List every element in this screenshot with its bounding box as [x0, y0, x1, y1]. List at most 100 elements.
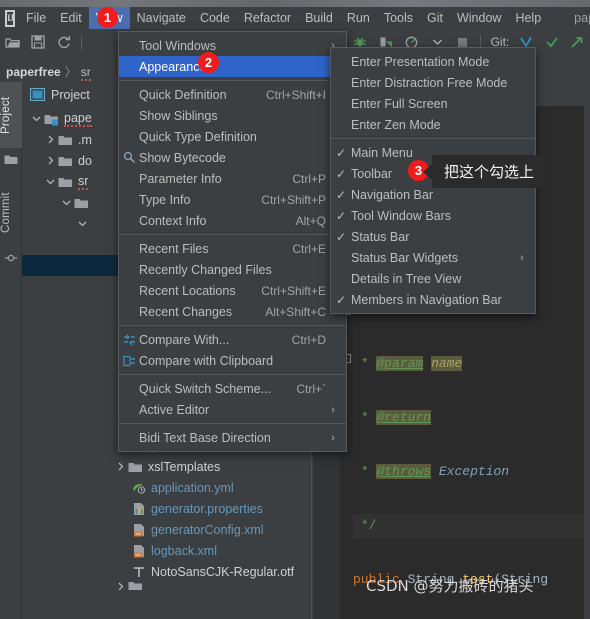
menu-item-recently-changed-files[interactable]: Recently Changed Files [119, 259, 346, 280]
menu-separator [119, 325, 346, 326]
menu-item-quick-definition[interactable]: Quick Definition Ctrl+Shift+I [119, 84, 346, 105]
menu-git[interactable]: Git [420, 7, 450, 29]
tree-label: application.yml [151, 480, 234, 495]
breadcrumb-root[interactable]: paperfree [6, 65, 61, 79]
menu-item-details-in-tree-view[interactable]: Details in Tree View [331, 268, 535, 289]
menu-separator [119, 423, 346, 424]
chevron-right-icon[interactable] [44, 133, 57, 146]
menu-item-bidi-text-base-direction[interactable]: Bidi Text Base Direction › [119, 427, 346, 448]
menu-build[interactable]: Build [298, 7, 340, 29]
menu-item-type-info[interactable]: Type Info Ctrl+Shift+P [119, 189, 346, 210]
checkmark-icon: ✓ [335, 145, 347, 160]
chevron-right-icon[interactable] [114, 582, 127, 590]
git-commit-icon[interactable] [539, 30, 565, 54]
menu-refactor[interactable]: Refactor [237, 7, 298, 29]
tree-row-notosanscjk-otf[interactable]: NotoSansCJK-Regular.otf [22, 561, 312, 582]
folder-icon [58, 155, 73, 167]
tree-label: pape [64, 110, 92, 127]
folder-icon [58, 134, 73, 146]
menu-item-label: Recently Changed Files [139, 262, 272, 277]
menu-item-recent-locations[interactable]: Recent Locations Ctrl+Shift+E [119, 280, 346, 301]
menu-item-tool-windows[interactable]: Tool Windows › [119, 35, 346, 56]
menu-tools[interactable]: Tools [377, 7, 420, 29]
tree-row-generatorconfig-xml[interactable]: <> generatorConfig.xml [22, 519, 312, 540]
menu-item-context-info[interactable]: Context Info Alt+Q [119, 210, 346, 231]
menu-item-status-bar-widgets[interactable]: Status Bar Widgets › [331, 247, 535, 268]
menu-item-active-editor[interactable]: Active Editor › [119, 399, 346, 420]
tree-row-generator-properties[interactable]: generator.properties [22, 498, 312, 519]
breadcrumb-second[interactable]: sr [80, 65, 91, 81]
menu-item-enter-full-screen[interactable]: Enter Full Screen [331, 93, 535, 114]
menu-item-show-bytecode[interactable]: Show Bytecode [119, 147, 346, 168]
menu-item-shortcut: Alt+Shift+C [265, 304, 326, 319]
menu-item-enter-presentation-mode[interactable]: Enter Presentation Mode [331, 51, 535, 72]
menu-edit[interactable]: Edit [53, 7, 89, 29]
menu-item-enter-zen-mode[interactable]: Enter Zen Mode [331, 114, 535, 135]
sidebar-item-commit[interactable]: Commit [0, 180, 22, 246]
menu-item-quick-switch-scheme[interactable]: Quick Switch Scheme... Ctrl+` [119, 378, 346, 399]
menu-item-tool-window-bars[interactable]: ✓ Tool Window Bars [331, 205, 535, 226]
menu-help[interactable]: Help [508, 7, 548, 29]
sidebar-item-project[interactable]: Project [0, 82, 22, 148]
menu-item-compare-with-clipboard[interactable]: Compare with Clipboard [119, 350, 346, 371]
menu-code[interactable]: Code [193, 7, 237, 29]
menu-item-quick-type-definition[interactable]: Quick Type Definition [119, 126, 346, 147]
chevron-down-icon[interactable] [30, 112, 43, 125]
menu-item-label: Tool Window Bars [351, 208, 452, 223]
editor-right-edge [584, 82, 590, 619]
menu-item-label: Show Bytecode [139, 150, 226, 165]
menu-item-parameter-info[interactable]: Parameter Info Ctrl+P [119, 168, 346, 189]
sync-icon[interactable] [51, 30, 77, 54]
code-line-17: * @param name [353, 352, 590, 376]
annotation-badge-2: 2 [198, 52, 219, 73]
menu-item-label: Recent Files [139, 241, 209, 256]
menu-item-compare-with[interactable]: Compare With... Ctrl+D [119, 329, 346, 350]
menu-separator [119, 80, 346, 81]
project-view-icon [29, 87, 46, 102]
tree-row-xsltemplates[interactable]: xslTemplates [22, 456, 312, 477]
chevron-right-icon[interactable] [44, 154, 57, 167]
chevron-down-icon[interactable] [44, 175, 57, 188]
csdn-watermark: CSDN @努力搬砖的猪头 [366, 577, 534, 595]
tree-label: xslTemplates [148, 459, 221, 474]
spring-yaml-icon [132, 481, 146, 495]
menu-item-status-bar[interactable]: ✓ Status Bar [331, 226, 535, 247]
tree-row-logback-xml[interactable]: <> logback.xml [22, 540, 312, 561]
menu-item-recent-files[interactable]: Recent Files Ctrl+E [119, 238, 346, 259]
bytecode-icon [119, 151, 139, 164]
menu-item-label: Type Info [139, 192, 191, 207]
font-file-icon [132, 565, 146, 579]
token-doc-star: * [360, 464, 369, 479]
tree-row-partial[interactable] [22, 582, 312, 590]
intellij-logo-icon: IJ [5, 9, 16, 27]
xml-file-icon: <> [132, 544, 146, 558]
chevron-down-icon[interactable] [60, 196, 73, 209]
menu-item-label: Status Bar Widgets [351, 250, 458, 265]
open-folder-icon[interactable] [0, 30, 26, 54]
menu-separator [119, 374, 346, 375]
menu-window[interactable]: Window [450, 7, 508, 29]
menu-item-recent-changes[interactable]: Recent Changes Alt+Shift+C [119, 301, 346, 322]
code-line-19: * @throws Exception [353, 460, 590, 484]
menu-item-show-siblings[interactable]: Show Siblings [119, 105, 346, 126]
git-push-icon[interactable] [564, 30, 590, 54]
menu-item-shortcut: Ctrl+Shift+E [261, 283, 326, 298]
save-icon[interactable] [26, 30, 52, 54]
chevron-right-icon[interactable] [114, 460, 127, 473]
menu-item-members-in-navigation-bar[interactable]: ✓ Members in Navigation Bar [331, 289, 535, 310]
menu-item-shortcut: Ctrl+` [296, 381, 326, 396]
commit-icon [5, 252, 17, 264]
menu-navigate[interactable]: Navigate [130, 7, 193, 29]
menu-run[interactable]: Run [340, 7, 377, 29]
menu-item-label: Tool Windows [139, 38, 217, 53]
menu-item-appearance[interactable]: Appearance › [119, 56, 346, 77]
tree-row-application-yml[interactable]: application.yml [22, 477, 312, 498]
menu-item-shortcut: Ctrl+D [291, 332, 326, 347]
chevron-down-icon[interactable] [76, 217, 89, 230]
chevron-right-icon: › [331, 431, 335, 444]
tree-label: sr [78, 173, 89, 190]
folder-icon [128, 582, 143, 590]
menu-item-enter-distraction-free-mode[interactable]: Enter Distraction Free Mode [331, 72, 535, 93]
token-doc-close: */ [360, 518, 377, 533]
menu-file[interactable]: File [19, 7, 53, 29]
